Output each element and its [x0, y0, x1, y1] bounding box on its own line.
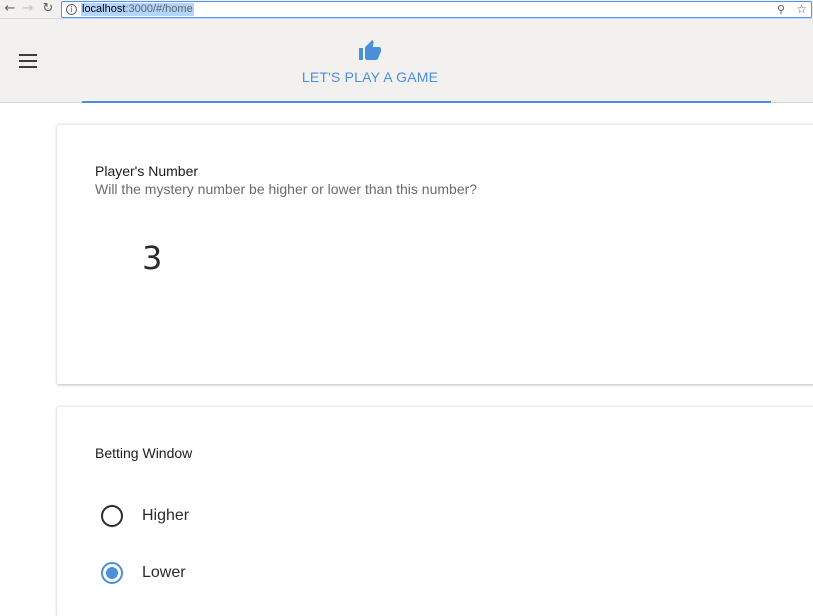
- tab-label: LET'S PLAY A GAME: [301, 69, 439, 85]
- card-subtitle: Will the mystery number be higher or low…: [95, 181, 478, 197]
- card-title: Player's Number: [95, 163, 199, 179]
- player-number-card: Player's Number Will the mystery number …: [57, 124, 813, 384]
- back-arrow-icon[interactable]: ←: [2, 1, 18, 17]
- tab-lets-play-a-game[interactable]: LET'S PLAY A GAME: [82, 19, 771, 103]
- bookmark-star-icon[interactable]: ☆: [796, 2, 807, 17]
- forward-arrow-icon[interactable]: →: [20, 1, 36, 17]
- url-path: :3000/#/home: [125, 3, 193, 15]
- reload-icon[interactable]: ↻: [40, 1, 56, 17]
- browser-toolbar: ← → ↻ i localhost:3000/#/home ⚲ ☆: [0, 0, 813, 19]
- tab-active-indicator: [82, 101, 771, 103]
- radio-checked-icon[interactable]: [101, 562, 123, 584]
- radio-label: Lower: [142, 564, 186, 581]
- player-number-value: 3: [142, 239, 163, 277]
- address-bar[interactable]: i localhost:3000/#/home ⚲ ☆: [61, 1, 812, 18]
- radio-unchecked-icon[interactable]: [101, 505, 123, 527]
- url-host: localhost: [82, 3, 126, 15]
- app-bar: LET'S PLAY A GAME: [0, 19, 813, 103]
- hamburger-menu-icon[interactable]: [16, 50, 40, 72]
- thumbs-up-icon: [359, 40, 381, 60]
- betting-window-card: Betting Window Higher Lower: [57, 406, 813, 616]
- zoom-icon[interactable]: ⚲: [777, 2, 785, 17]
- url-text[interactable]: localhost:3000/#/home: [81, 3, 194, 16]
- info-icon[interactable]: i: [66, 4, 77, 15]
- radio-label: Higher: [142, 507, 190, 524]
- card-title: Betting Window: [95, 445, 193, 461]
